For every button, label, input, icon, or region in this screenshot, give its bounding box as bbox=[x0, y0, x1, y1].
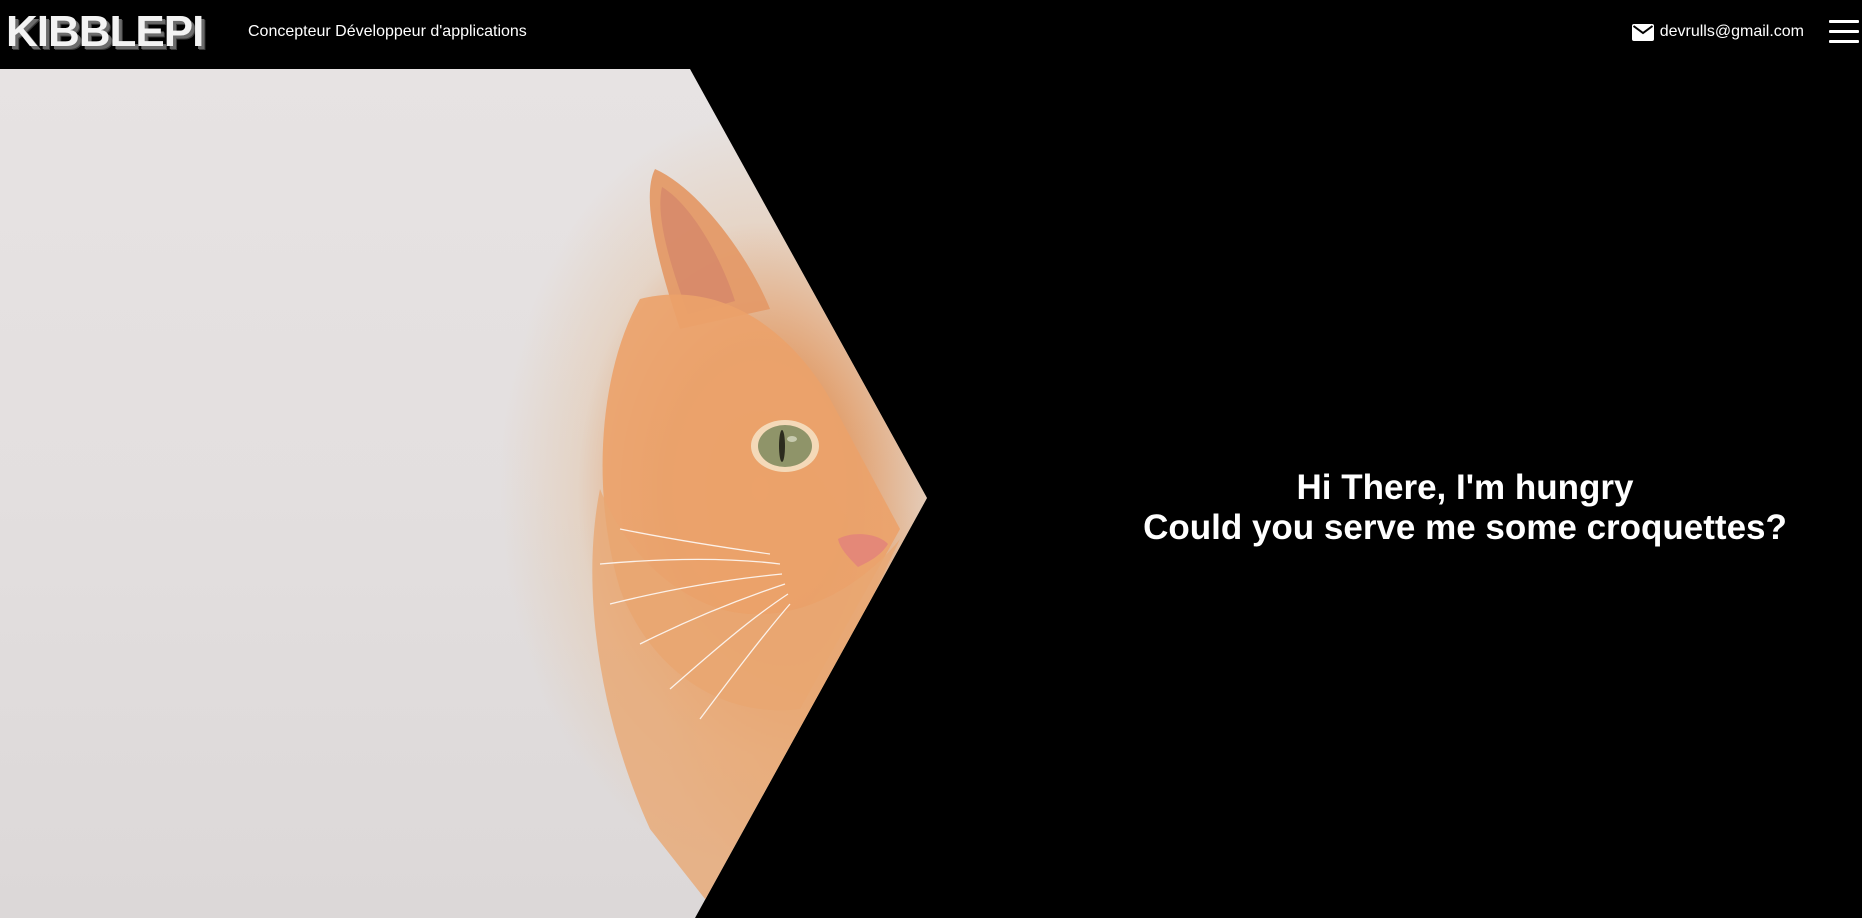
headline-line-1: Hi There, I'm hungry bbox=[1296, 468, 1634, 507]
email-link[interactable]: devrulls@gmail.com bbox=[1631, 21, 1804, 43]
page: KIBBLEPI Concepteur Développeur d'applic… bbox=[0, 0, 1862, 918]
site-tagline: Concepteur Développeur d'applications bbox=[248, 23, 527, 40]
cat-photo bbox=[0, 69, 927, 918]
hamburger-menu-icon[interactable] bbox=[1828, 18, 1860, 46]
hero-headline: Hi There, I'm hungry Could you serve me … bbox=[1000, 468, 1862, 548]
cat-illustration bbox=[592, 169, 900, 918]
headline-line-2: Could you serve me some croquettes? bbox=[1143, 508, 1787, 547]
email-address: devrulls@gmail.com bbox=[1659, 23, 1804, 40]
hero-section: Hi There, I'm hungry Could you serve me … bbox=[0, 69, 1862, 918]
site-logo[interactable]: KIBBLEPI bbox=[6, 7, 204, 57]
mail-icon bbox=[1631, 23, 1654, 41]
site-header: KIBBLEPI Concepteur Développeur d'applic… bbox=[0, 0, 1862, 69]
